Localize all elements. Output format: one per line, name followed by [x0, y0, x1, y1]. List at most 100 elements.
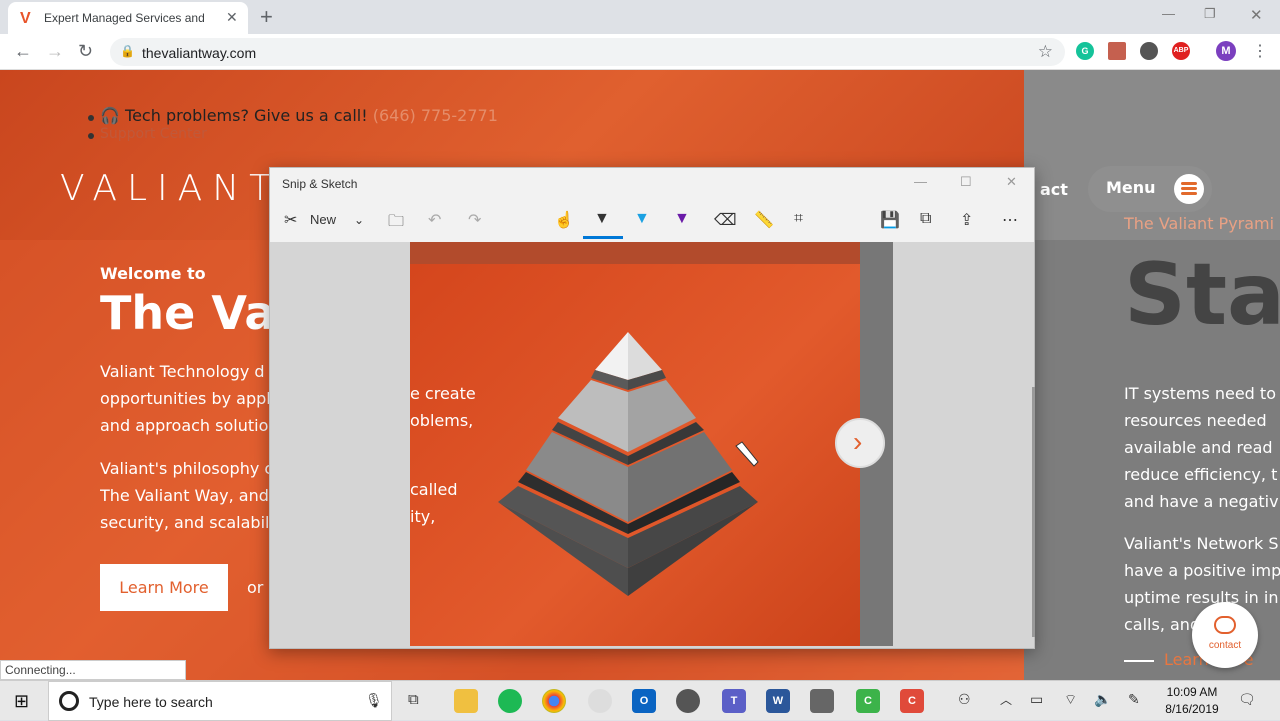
ruler-icon[interactable]: 📏: [754, 210, 774, 230]
valiant-pyramid-link[interactable]: The Valiant Pyrami: [1124, 214, 1274, 233]
nav-contact-link[interactable]: act: [1040, 180, 1068, 199]
headset-icon: 🎧: [100, 106, 120, 125]
close-window-icon[interactable]: ✕: [1250, 6, 1263, 24]
close-icon[interactable]: ✕: [1006, 174, 1017, 190]
image-top-band: [410, 242, 893, 264]
chevron-right-icon: ›: [853, 426, 863, 457]
chevron-up-icon[interactable]: ︿: [1000, 691, 1012, 708]
taskbar: ⊞ Type here to search 🎙 ⧉ O T W C C ⚇ ︿ …: [0, 680, 1280, 721]
pdf-icon[interactable]: [1108, 42, 1126, 60]
more-options-icon[interactable]: ⋯: [1002, 210, 1018, 230]
grammarly-icon[interactable]: G: [1076, 42, 1094, 60]
date-text: 8/16/2019: [1165, 702, 1219, 716]
browser-tab[interactable]: V Expert Managed Services and IT C ✕: [8, 2, 248, 34]
new-tab-button[interactable]: +: [260, 4, 273, 30]
snip-toolbar: ✂ New ⌄ 🗀 ↶ ↷ ☝ ▼ ▼ ▼ ⌫ 📏 ⌗ 💾 ⧉ ⇪ ⋯: [270, 202, 1034, 242]
snip-new-icon[interactable]: ✂: [284, 210, 297, 230]
status-bar: Connecting...: [0, 660, 186, 680]
clock[interactable]: 10:09 AM 8/16/2019: [1160, 684, 1224, 718]
crop-icon[interactable]: ⌗: [794, 210, 803, 228]
copy-icon[interactable]: ⧉: [920, 210, 931, 228]
outlook-icon[interactable]: O: [632, 689, 656, 713]
circle-extension-icon[interactable]: [1140, 42, 1158, 60]
maximize-icon[interactable]: ☐: [960, 174, 972, 190]
window-title: Snip & Sketch: [282, 177, 358, 191]
right-para-line: have a positive imp: [1124, 561, 1280, 580]
camtasia-green-icon[interactable]: C: [856, 689, 880, 713]
notifications-icon[interactable]: 🗨: [1238, 691, 1256, 708]
pencil-icon[interactable]: ▼: [634, 210, 650, 228]
people-icon[interactable]: ⚇: [958, 691, 971, 708]
adblock-icon[interactable]: ABP: [1172, 42, 1190, 60]
touch-writing-icon[interactable]: ☝: [554, 210, 574, 230]
highlighter-icon[interactable]: ▼: [674, 210, 690, 228]
wifi-icon[interactable]: ⌔: [1064, 691, 1077, 709]
chat-bubble-icon: [1214, 616, 1236, 634]
bullet-dot: [88, 133, 94, 139]
chevron-down-icon[interactable]: ⌄: [354, 213, 364, 227]
address-bar[interactable]: 🔒 thevaliantway.com ☆: [110, 38, 1065, 66]
task-view-icon[interactable]: ⧉: [408, 691, 419, 708]
learn-more-divider: [1124, 660, 1154, 662]
pen-icon[interactable]: ✎: [1128, 691, 1140, 708]
bookmark-star-icon[interactable]: ☆: [1038, 42, 1053, 62]
restore-icon[interactable]: ❐: [1204, 6, 1216, 22]
hero-para-line: opportunities by appl: [100, 389, 270, 408]
volume-icon[interactable]: 🔈: [1094, 691, 1111, 708]
open-folder-icon[interactable]: 🗀: [388, 210, 404, 237]
share-icon[interactable]: ⇪: [960, 210, 973, 230]
close-tab-icon[interactable]: ✕: [226, 9, 238, 26]
redo-icon[interactable]: ↷: [468, 210, 481, 230]
chrome-menu-icon[interactable]: ⋮: [1252, 41, 1268, 61]
right-para-line: resources needed: [1124, 411, 1267, 430]
learn-more-button[interactable]: Learn More: [100, 564, 228, 611]
captured-text-line: ity,: [410, 507, 436, 526]
back-arrow-icon[interactable]: ←: [14, 41, 32, 62]
tech-problems-text: 🎧 Tech problems? Give us a call! (646) 7…: [100, 106, 498, 125]
profile-avatar[interactable]: M: [1216, 41, 1236, 61]
app-icon[interactable]: [676, 689, 700, 713]
selected-tool-indicator: [583, 236, 623, 239]
battery-icon[interactable]: ▭: [1030, 691, 1043, 708]
spotify-icon[interactable]: [498, 689, 522, 713]
reload-icon[interactable]: ↻: [78, 41, 93, 62]
lock-icon[interactable]: 🔒: [120, 44, 135, 58]
hero-para-line: Valiant Technology d: [100, 362, 265, 381]
snip-canvas[interactable]: e create oblems, called ity, ›: [270, 242, 1035, 648]
captured-image[interactable]: e create oblems, called ity, ›: [410, 242, 893, 646]
scrollbar[interactable]: [1032, 387, 1035, 637]
teams-icon[interactable]: T: [722, 689, 746, 713]
voice-recorder-icon[interactable]: [810, 689, 834, 713]
pyramid-graphic: [498, 332, 758, 596]
taskbar-search[interactable]: Type here to search 🎙: [48, 681, 392, 721]
snip-sketch-taskbar-icon[interactable]: [588, 689, 612, 713]
captured-text-line: e create: [410, 384, 476, 403]
forward-arrow-icon[interactable]: →: [46, 41, 64, 62]
contact-chat-button[interactable]: contact: [1192, 602, 1258, 668]
next-slide-button[interactable]: ›: [835, 418, 885, 468]
ballpoint-pen-icon[interactable]: ▼: [594, 210, 610, 228]
minimize-icon[interactable]: —: [914, 174, 927, 189]
support-center-link[interactable]: Support Center: [100, 126, 207, 142]
phone-link[interactable]: (646) 775-2771: [373, 106, 498, 125]
hero-para-line: The Valiant Way, and: [100, 486, 269, 505]
microphone-icon[interactable]: 🎙: [365, 692, 383, 709]
save-icon[interactable]: 💾: [880, 210, 900, 230]
valiant-favicon-icon: V: [20, 10, 31, 27]
menu-button[interactable]: Menu: [1088, 166, 1212, 212]
url-text[interactable]: thevaliantway.com: [142, 45, 256, 61]
chrome-icon[interactable]: [542, 689, 566, 713]
pen-cursor-icon: [735, 441, 759, 467]
minimize-icon[interactable]: —: [1162, 6, 1175, 21]
bullet-dot: [88, 115, 94, 121]
word-icon[interactable]: W: [766, 689, 790, 713]
valiant-logo[interactable]: VALIANT: [60, 168, 281, 209]
file-explorer-icon[interactable]: [454, 689, 478, 713]
new-snip-button[interactable]: New: [310, 212, 336, 227]
right-para-line: Valiant's Network S: [1124, 534, 1279, 553]
camtasia-red-icon[interactable]: C: [900, 689, 924, 713]
windows-start-icon[interactable]: ⊞: [14, 691, 29, 712]
undo-icon[interactable]: ↶: [428, 210, 441, 230]
right-para-line: IT systems need to: [1124, 384, 1276, 403]
eraser-icon[interactable]: ⌫: [714, 210, 737, 230]
